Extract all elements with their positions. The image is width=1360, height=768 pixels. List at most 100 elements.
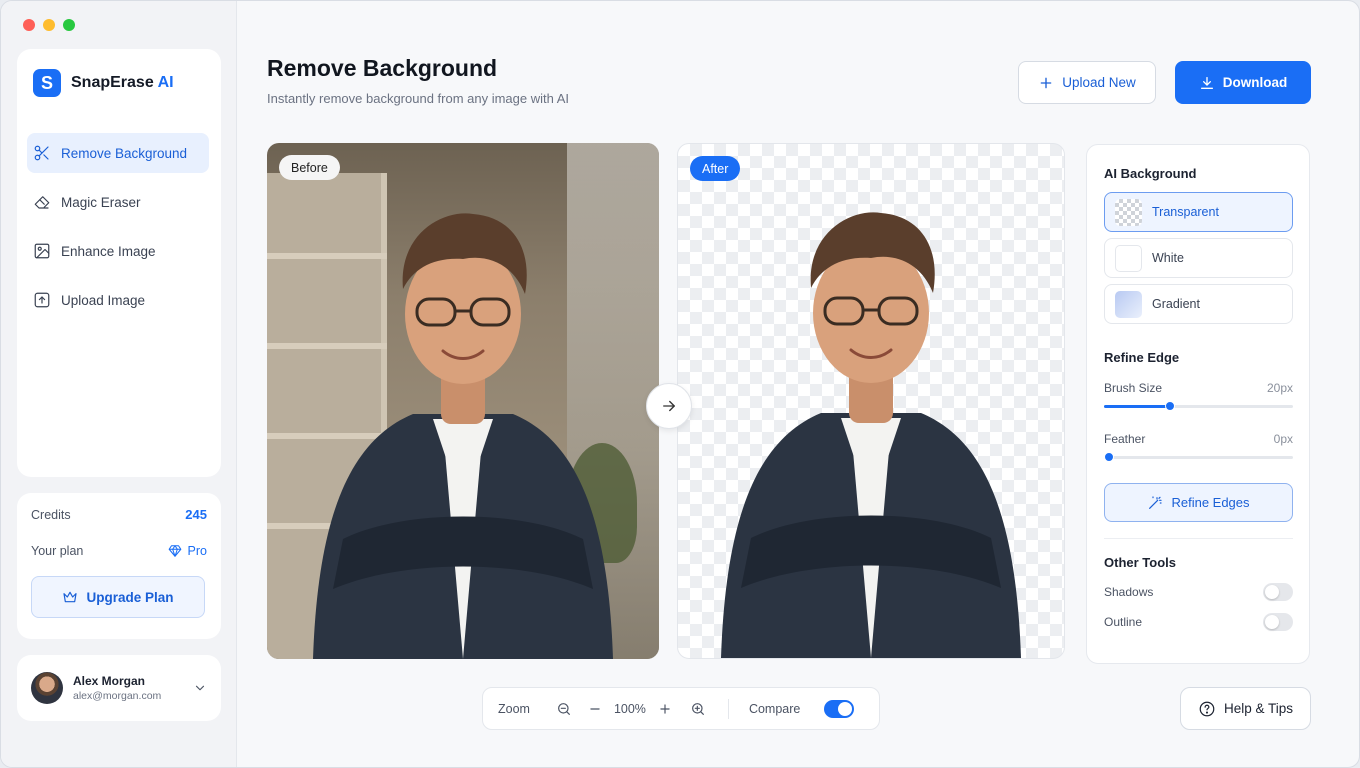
outline-toggle[interactable] xyxy=(1263,613,1293,631)
brand: S SnapErase AI xyxy=(33,69,174,97)
brush-size-handle[interactable] xyxy=(1165,401,1176,411)
zoom-in-magnifier-icon[interactable] xyxy=(690,701,706,717)
user-email: alex@morgan.com xyxy=(73,690,162,702)
download-icon xyxy=(1200,76,1213,89)
feather-slider[interactable] xyxy=(1104,452,1293,462)
zoom-value: 100% xyxy=(613,701,646,716)
transparent-swatch xyxy=(1115,198,1142,226)
zoom-toolbar: Zoom 100% Compare xyxy=(482,687,880,730)
brand-logo: S xyxy=(33,69,61,97)
sidebar-item-label: Remove Background xyxy=(61,145,188,161)
zoom-label: Zoom xyxy=(498,701,530,716)
gradient-swatch xyxy=(1115,290,1142,318)
diamond-icon xyxy=(168,545,181,557)
upload-icon xyxy=(34,292,50,308)
upload-new-label: Upload New xyxy=(1062,75,1136,90)
help-circle-icon xyxy=(1199,701,1215,716)
minimize-window-button[interactable] xyxy=(43,19,55,31)
sidebar-item-enhance-image[interactable]: Enhance Image xyxy=(27,231,209,271)
person-cutout xyxy=(721,212,1021,658)
sidebar-item-upload-image[interactable]: Upload Image xyxy=(27,280,209,320)
compare-label: Compare xyxy=(748,701,801,716)
outline-label: Outline xyxy=(1104,615,1143,629)
before-image-panel[interactable]: Before xyxy=(267,143,659,659)
eraser-icon xyxy=(34,196,50,209)
other-tools-title: Other Tools xyxy=(1104,555,1176,570)
refine-edges-button[interactable]: Refine Edges xyxy=(1104,483,1293,522)
brush-size-slider[interactable] xyxy=(1104,401,1293,411)
refine-edge-title: Refine Edge xyxy=(1104,350,1180,365)
brand-name: SnapErase AI xyxy=(71,74,174,92)
wand-icon xyxy=(34,145,49,161)
download-button[interactable]: Download xyxy=(1175,61,1311,104)
close-window-button[interactable] xyxy=(23,19,35,31)
zoom-out-magnifier-icon[interactable] xyxy=(556,701,572,717)
chevron-down-icon[interactable] xyxy=(193,681,207,695)
feather-handle[interactable] xyxy=(1104,452,1114,462)
credits-card: Credits 245 Your plan Pro Upgrade Plan xyxy=(17,493,221,639)
image-icon xyxy=(34,243,50,259)
brush-size-fill xyxy=(1104,405,1171,408)
sidebar-item-label: Upload Image xyxy=(61,292,146,308)
settings-panel: AI Background Transparent White Gradient… xyxy=(1086,144,1310,664)
app-window: S SnapErase AI Remove Background Magic E… xyxy=(0,0,1360,768)
credits-row: Credits 245 xyxy=(31,507,207,522)
zoom-plus-button[interactable] xyxy=(658,702,672,716)
help-tips-label: Help & Tips xyxy=(1223,701,1294,716)
sidebar-item-label: Enhance Image xyxy=(61,243,156,259)
help-tips-button[interactable]: Help & Tips xyxy=(1180,687,1311,730)
after-image-panel[interactable]: After xyxy=(677,143,1065,659)
magic-wand-icon xyxy=(1149,495,1163,509)
credits-label: Credits xyxy=(31,507,71,522)
page-subtitle: Instantly remove background from any ima… xyxy=(267,91,570,106)
brand-name-text: SnapErase xyxy=(71,74,154,91)
brush-size-label: Brush Size xyxy=(1104,381,1163,395)
page-title: Remove Background xyxy=(267,55,498,81)
compare-arrow-button[interactable] xyxy=(646,383,692,429)
arrow-right-icon xyxy=(663,400,675,412)
bg-option-white[interactable]: White xyxy=(1104,238,1293,278)
user-menu[interactable]: Alex Morgan alex@morgan.com xyxy=(17,655,221,721)
shadows-row: Shadows xyxy=(1104,583,1293,601)
shadows-label: Shadows xyxy=(1104,585,1154,599)
brush-size-value: 20px xyxy=(1266,381,1293,395)
sidebar-item-remove-background[interactable]: Remove Background xyxy=(27,133,209,173)
bg-option-label: Transparent xyxy=(1152,205,1219,219)
upgrade-plan-button[interactable]: Upgrade Plan xyxy=(31,576,205,618)
person-photo xyxy=(313,213,613,659)
nav-card: S SnapErase AI Remove Background Magic E… xyxy=(17,49,221,477)
upload-new-button[interactable]: Upload New xyxy=(1018,61,1156,104)
after-tag: After xyxy=(690,156,741,181)
compare-toggle[interactable] xyxy=(824,699,855,718)
ai-background-title: AI Background xyxy=(1104,166,1197,181)
toolbar-divider xyxy=(727,698,729,719)
bg-option-transparent[interactable]: Transparent xyxy=(1104,192,1293,232)
before-tag: Before xyxy=(279,155,340,180)
brush-size-row: Brush Size 20px xyxy=(1104,381,1293,395)
bg-option-label: Gradient xyxy=(1152,297,1200,311)
feather-value: 0px xyxy=(1273,432,1293,446)
user-name: Alex Morgan xyxy=(73,674,146,688)
sidebar: S SnapErase AI Remove Background Magic E… xyxy=(1,1,237,767)
refine-edges-label: Refine Edges xyxy=(1171,495,1250,510)
sidebar-item-magic-eraser[interactable]: Magic Eraser xyxy=(27,182,209,222)
bg-option-gradient[interactable]: Gradient xyxy=(1104,284,1293,324)
white-swatch xyxy=(1115,244,1142,272)
divider xyxy=(1104,538,1293,539)
credits-value: 245 xyxy=(185,507,207,522)
plan-row: Your plan Pro xyxy=(31,544,207,558)
upgrade-plan-label: Upgrade Plan xyxy=(86,589,174,605)
shadows-toggle[interactable] xyxy=(1263,583,1293,601)
outline-row: Outline xyxy=(1104,613,1293,631)
bg-option-label: White xyxy=(1152,251,1184,265)
zoom-minus-button[interactable] xyxy=(588,702,602,716)
plan-label: Your plan xyxy=(31,544,84,558)
sidebar-nav: Remove Background Magic Eraser Enhance I… xyxy=(27,133,209,329)
user-info: Alex Morgan alex@morgan.com xyxy=(73,674,183,702)
maximize-window-button[interactable] xyxy=(63,19,75,31)
feather-row: Feather 0px xyxy=(1104,432,1293,446)
download-label: Download xyxy=(1222,75,1288,90)
brand-suffix: AI xyxy=(157,74,174,91)
plan-value-text: Pro xyxy=(187,544,207,558)
feather-label: Feather xyxy=(1104,432,1146,446)
